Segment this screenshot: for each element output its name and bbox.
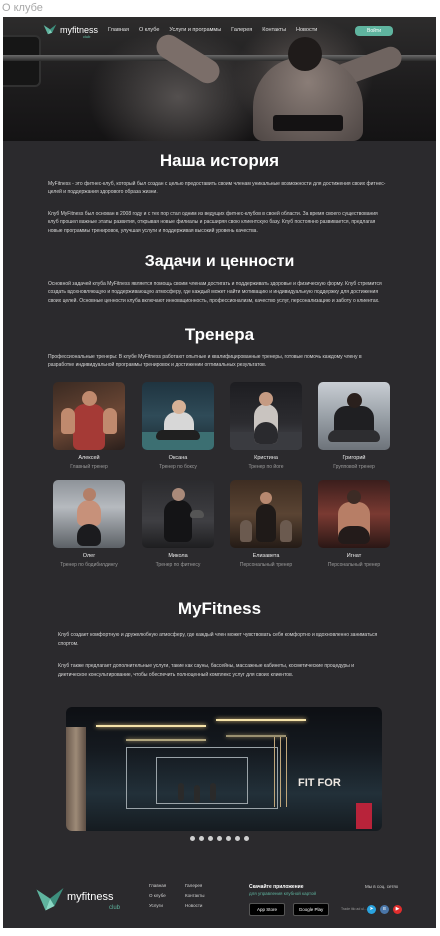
nav-about[interactable]: О клубе [139,27,159,33]
trainers-title: Тренера [184,325,255,344]
carousel-dots [3,836,436,841]
page-label: О клубе [2,2,43,14]
trainer-name: Микола [168,553,188,559]
youtube-icon[interactable]: ▶ [393,905,402,914]
trainer-role: Тренер по бодибилдингу [60,562,118,568]
trainers-intro: Профессиональные тренеры: В клубе MyFitn… [48,354,362,369]
trainer-card[interactable]: Микола Тренер по фитнесу [142,480,214,568]
trainer-photo [230,480,302,548]
footer-link-home[interactable]: Главная [149,881,166,891]
trainer-photo [318,480,390,548]
footer-link-gallery[interactable]: Галерея [185,881,204,891]
trainer-card[interactable]: Игнат Персональный тренер [318,480,390,568]
gallery-wall-text: FIT FOR [298,777,341,789]
trainer-role: Тренер по йоге [248,464,284,470]
app-subtitle: для управления клубной картой [249,891,317,896]
vk-icon[interactable]: в [380,905,389,914]
gallery-image[interactable]: FIT FOR [66,707,382,831]
trainer-photo [318,382,390,450]
telegram-icon[interactable]: ➤ [367,905,376,914]
nav-home[interactable]: Главная [108,27,129,33]
carousel-dot[interactable] [244,836,249,841]
trainer-role: Тренер по боксу [159,464,197,470]
google-play-button[interactable]: Google Play [293,903,329,916]
about-text-1: Клуб создает комфортную и дружелюбную ат… [58,632,378,647]
trainer-role: Персональный тренер [239,562,293,568]
app-title: Скачайте приложение [249,884,304,890]
history-title: Наша история [159,151,280,170]
top-nav: myfitness club Главная О клубе Услуги и … [3,17,436,45]
nav-contacts[interactable]: Контакты [262,27,286,33]
page-frame: myfitness club Главная О клубе Услуги и … [3,17,436,928]
nav-links: Главная О клубе Услуги и программы Галер… [108,27,317,33]
footer-logo-text: myfitness [67,891,114,903]
carousel-dot[interactable] [199,836,204,841]
logo-text: myfitness [60,24,99,35]
footer-link-services[interactable]: Услуги [149,901,166,911]
trainer-name: Игнат [346,553,362,559]
trainer-card[interactable]: Олег Тренер по бодибилдингу [53,480,125,568]
trainer-name: Оксана [168,455,188,461]
footer-link-contacts[interactable]: Контакты [185,891,204,901]
nav-gallery[interactable]: Галерея [231,27,252,33]
trainer-role: Главный тренер [70,464,108,470]
trainer-name: Олег [82,553,96,559]
history-text-1: MyFitness - это фитнес-клуб, который был… [48,181,386,196]
trainer-card[interactable]: Кристина Тренер по йоге [230,382,302,470]
carousel-dot[interactable] [217,836,222,841]
footer-nav-col-2: Галерея Контакты Новости [185,881,204,911]
values-title: Задачи и ценности [144,253,295,270]
trainer-photo [53,382,125,450]
nav-news[interactable]: Новости [296,27,317,33]
trainer-role: Групповой тренер [333,464,375,470]
footer-link-about[interactable]: О клубе [149,891,166,901]
values-text: Основной задачей клуба MyFitness являетс… [48,281,382,304]
footer-logo-sub: club [109,905,121,911]
login-button[interactable]: Войти [355,26,393,36]
about-text-2: Клуб также предлагает дополнительные усл… [58,663,355,678]
trainer-name: Кристина [254,455,278,461]
trainer-photo [230,382,302,450]
history-text-2: Клуб MyFitness был основан в 2008 году и… [48,211,378,234]
footer: myfitness club Главная О клубе Услуги Га… [3,877,436,928]
trainer-role: Персональный тренер [327,562,381,568]
footer-link-news[interactable]: Новости [185,901,204,911]
trainer-card[interactable]: Оксана Тренер по боксу [142,382,214,470]
carousel-dot[interactable] [226,836,231,841]
footer-nav-col-1: Главная О клубе Услуги [149,881,166,911]
social-title: Мы в соц. сетях [365,884,399,889]
trainer-photo [142,480,214,548]
trainer-photo [53,480,125,548]
carousel-dot[interactable] [235,836,240,841]
trainer-name: Елизавета [252,553,280,559]
bird-logo-icon[interactable] [35,885,65,915]
app-store-button[interactable]: App Store [249,903,285,916]
trainer-name: Алексей [78,455,100,461]
hero-banner: myfitness club Главная О клубе Услуги и … [3,17,436,141]
carousel-dot[interactable] [208,836,213,841]
bird-logo-icon [43,24,57,35]
nav-services[interactable]: Услуги и программы [169,27,221,33]
trainer-photo [142,382,214,450]
trainer-role: Тренер по фитнесу [155,562,201,568]
trainer-card[interactable]: Алексей Главный тренер [53,382,125,470]
about-title: MyFitness [177,599,262,618]
trainer-card[interactable]: Елизавета Персональный тренер [230,480,302,568]
trainer-card[interactable]: Григорий Групповой тренер [318,382,390,470]
carousel-dot[interactable] [190,836,195,841]
footer-tagline: Trade itlo ad ul... [341,907,367,911]
trainer-name: Григорий [342,455,366,461]
logo-sub: club [83,34,91,39]
